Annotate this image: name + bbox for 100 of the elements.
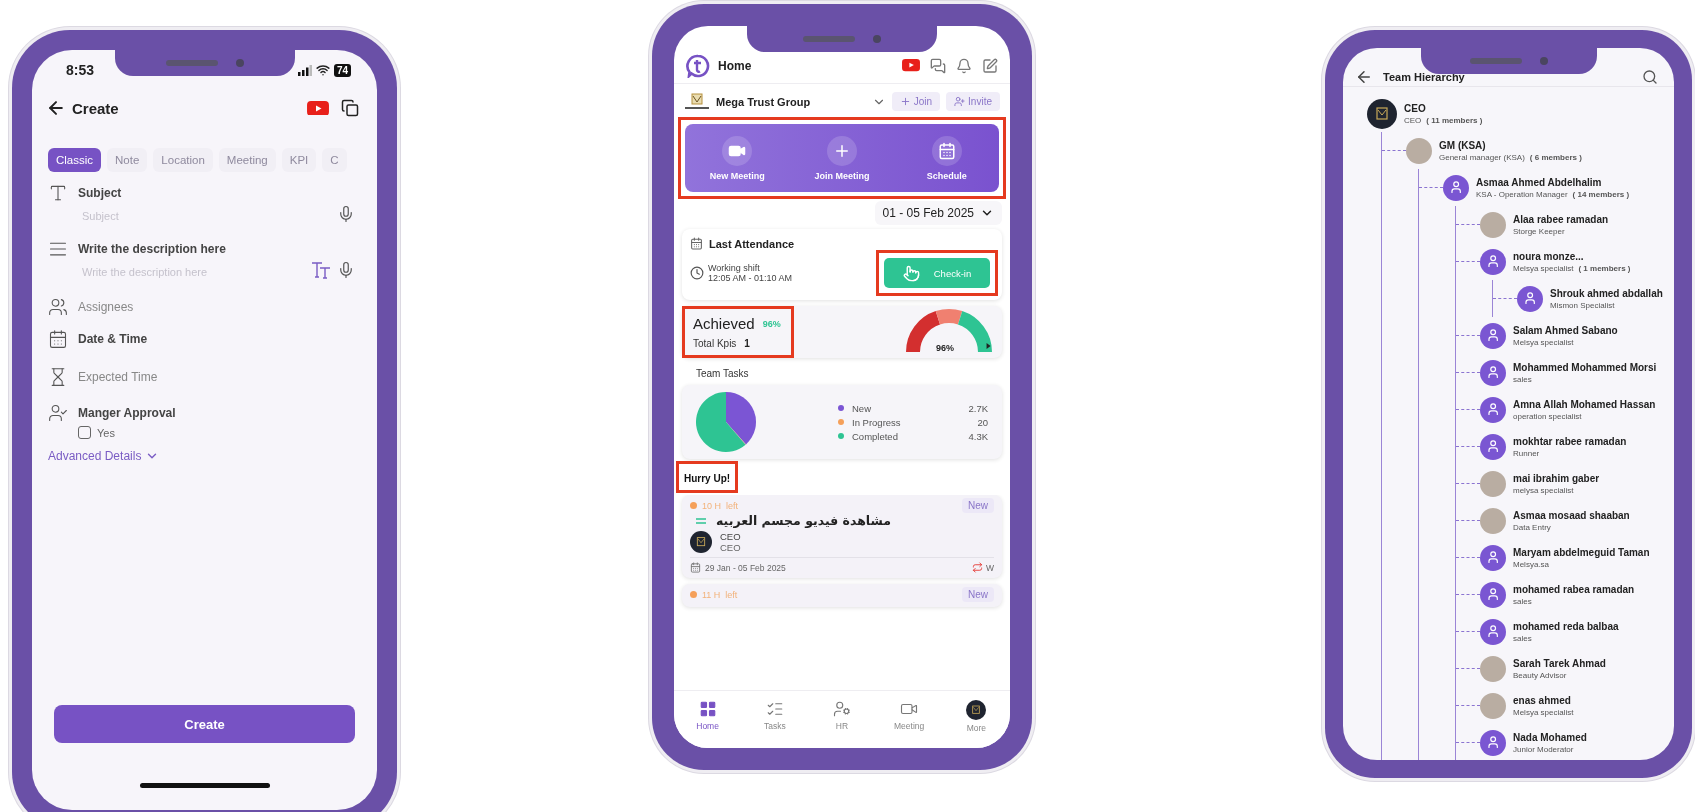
calendar-icon [690,562,701,573]
time-left: 11 H left [702,589,738,600]
member-name: Sarah Tarek Ahmad [1513,657,1606,669]
photo-placeholder [1480,655,1506,682]
connector-line [1456,261,1480,262]
signal-icon [297,64,312,76]
invite-button[interactable]: Invite [946,92,1000,111]
avatar-icon [1517,285,1543,312]
member-role: sales [1513,633,1532,643]
tab[interactable]: KPI [281,148,317,172]
member-role: Melsya specialist [1513,707,1574,717]
bell-icon[interactable] [956,57,972,74]
connector-line [1456,409,1480,410]
member-role: sales [1513,374,1532,384]
member-name: mokhtar rabee ramadan [1513,435,1627,447]
status-badge: New [962,498,994,513]
nav-tab[interactable]: More [949,699,1004,734]
photo-placeholder [1480,470,1506,497]
logo-icon [686,53,710,78]
chat-icon[interactable] [930,57,946,74]
battery-level: 74 [333,63,351,77]
tab[interactable]: Meeting [218,148,276,172]
nav-tab[interactable]: Meeting [882,699,937,732]
checkbox-label: Yes [97,426,115,439]
user-gear-icon [832,700,851,718]
text-size-icon[interactable] [311,261,331,279]
legend-value: 20 [976,416,988,428]
mic-icon[interactable] [337,261,355,279]
play-button-icon[interactable] [307,100,329,116]
member-name: Amna Allah Mohamed Hassan [1513,398,1656,410]
squares-icon[interactable] [341,99,359,117]
avatar-icon [1480,359,1506,386]
search-icon[interactable] [1642,69,1658,85]
member-name: noura monze... [1513,250,1585,262]
member-name: enas ahmed [1513,694,1572,706]
wifi-icon [315,63,330,77]
member-role: KSA - Operation Manager [1476,189,1568,199]
mic-icon[interactable] [337,205,355,223]
section-title: Hurry Up! [684,473,731,484]
field-label: Write the description here [78,241,227,258]
quick-action[interactable]: New Meeting [692,134,783,182]
total-label: Total Kpis [693,338,737,349]
organization-name: Mega Trust Group [716,95,811,108]
quick-action[interactable]: Join Meeting [797,134,887,182]
grid-icon [698,700,717,718]
member-name: Maryam abdelmeguid Taman [1513,546,1650,558]
text-icon [48,183,68,203]
legend-value: 2.7K [968,402,988,414]
date-range-picker[interactable]: 01 - 05 Feb 2025 [874,201,1002,225]
avatar-icon [1443,174,1469,201]
member-name: mai ibrahim gaber [1513,472,1600,484]
member-role: Melsya specialist [1513,337,1574,347]
check-in-button[interactable]: Check-in [884,258,990,288]
avatar-icon [1480,396,1506,423]
screen-title: Team Hierarchy [1383,71,1465,83]
quick-action[interactable]: Schedule [901,134,992,182]
member-count: ( 14 members ) [1572,189,1630,199]
edit-icon[interactable] [982,57,998,74]
play-button-icon[interactable] [902,59,920,72]
member-role: Storge Keeper [1513,226,1565,236]
assignee-role: CEO [720,542,741,553]
tab[interactable]: C [322,148,347,172]
avatar-icon [1480,248,1506,275]
avatar-icon [1480,618,1506,645]
legend-value: 4.3K [968,430,988,442]
member-name: GM (KSA) [1439,139,1487,151]
time-left: 10 H left [702,500,739,511]
member-count: ( 11 members ) [1426,115,1483,125]
member-role: Junior Moderator [1513,744,1574,754]
tab[interactable]: Classic [48,148,102,172]
join-button[interactable]: Join [891,92,941,111]
calendar-icon [48,329,68,349]
avatar-icon [1480,433,1506,460]
connector-line [1456,372,1480,373]
create-button[interactable]: Create [54,705,355,743]
company-logo [684,92,710,111]
advanced-details-link[interactable]: Advanced Details [48,449,160,463]
photo-placeholder [1480,507,1506,534]
status-time: 8:53 [66,62,95,78]
member-name: Mohammed Mohammed Morsi [1513,361,1657,373]
assignee-name: CEO [720,531,741,542]
checkbox[interactable] [78,426,91,439]
member-name: Salam Ahmed Sabano [1513,324,1618,336]
member-role: Data Entry [1513,522,1551,532]
tab[interactable]: Location [153,148,213,172]
plus-icon [899,96,911,107]
connector-line [1456,631,1480,632]
user-check-icon [48,403,68,423]
nav-tab[interactable]: HR [814,699,869,732]
nav-tab[interactable]: Home [680,699,735,732]
field-label: Assignees [78,299,135,316]
tab[interactable]: Note [107,148,148,172]
legend-label: Completed [852,430,899,442]
avatar-icon [1480,322,1506,349]
photo-placeholder [1480,692,1506,719]
section-title: Team Tasks [696,368,750,379]
nav-tab[interactable]: Tasks [747,699,802,732]
connector-line [1456,224,1480,225]
screen-title: Home [718,58,752,73]
repeat-frequency: W [985,562,994,573]
